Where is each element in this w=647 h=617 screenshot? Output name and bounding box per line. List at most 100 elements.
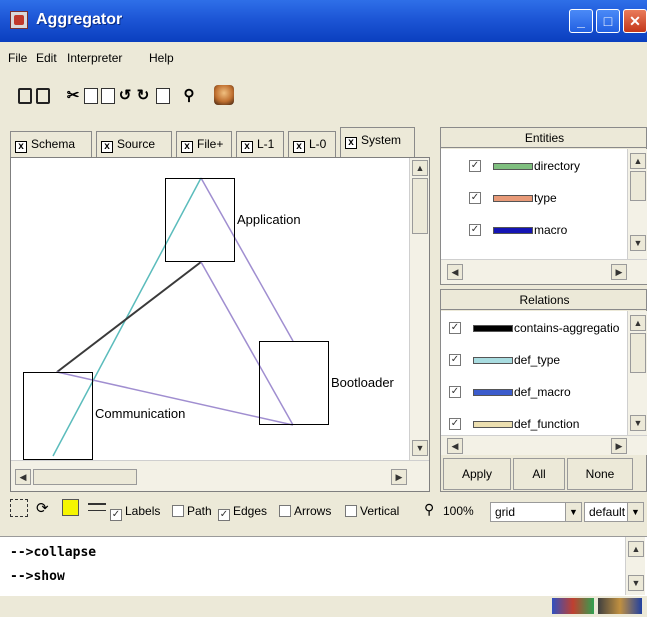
list-item[interactable]: ✓ directory	[441, 157, 627, 177]
color-picker-icon[interactable]	[62, 499, 79, 516]
relations-panel: Relations ✓ contains-aggregatio ✓ def_ty…	[440, 289, 647, 492]
layout-select[interactable]: grid ▼	[490, 502, 582, 522]
close-tab-icon[interactable]: x	[181, 141, 193, 153]
cut-icon[interactable]: ✂	[66, 88, 80, 104]
scroll-thumb[interactable]	[33, 469, 137, 485]
console-output[interactable]: -->collapse -->show ▲ ▼	[0, 536, 647, 596]
title-bar[interactable]: Aggregator _ □ ✕	[0, 0, 647, 42]
console-scrollbar[interactable]: ▲ ▼	[625, 537, 645, 595]
save-icon[interactable]	[18, 88, 32, 104]
entity-checkbox[interactable]: ✓	[469, 192, 481, 204]
relations-vertical-scrollbar[interactable]: ▲ ▼	[627, 311, 647, 435]
vertical-option[interactable]: Vertical	[345, 504, 399, 518]
window-title: Aggregator	[36, 11, 123, 28]
zoom-level[interactable]: 100%	[443, 504, 474, 518]
list-item[interactable]: ✓ def_function	[441, 415, 627, 435]
scroll-down-icon[interactable]: ▼	[628, 575, 644, 591]
chevron-down-icon[interactable]: ▼	[565, 503, 581, 521]
list-item[interactable]: ✓ macro	[441, 221, 627, 241]
canvas-vertical-scrollbar[interactable]: ▲ ▼	[409, 158, 429, 460]
scroll-left-icon[interactable]: ◀	[447, 438, 463, 454]
none-button[interactable]: None	[567, 458, 633, 490]
entity-checkbox[interactable]: ✓	[469, 224, 481, 236]
relation-checkbox[interactable]: ✓	[449, 354, 461, 366]
scroll-left-icon[interactable]: ◀	[15, 469, 31, 485]
maximize-button[interactable]: □	[596, 9, 620, 33]
entities-horizontal-scrollbar[interactable]: ◀ ▶	[441, 259, 647, 284]
list-item[interactable]: ✓ def_macro	[441, 383, 627, 403]
menu-interpreter[interactable]: Interpreter	[67, 51, 122, 65]
labels-checkbox[interactable]: ✓	[110, 509, 122, 521]
paste-icon[interactable]	[101, 88, 115, 104]
scroll-up-icon[interactable]: ▲	[630, 153, 646, 169]
menu-help[interactable]: Help	[149, 51, 174, 65]
select-tool-icon[interactable]	[10, 499, 28, 517]
entity-checkbox[interactable]: ✓	[469, 160, 481, 172]
graph-canvas-frame: Application Bootloader Communication ▲ ▼…	[10, 157, 430, 492]
line-style-icon[interactable]	[88, 503, 106, 511]
relation-checkbox[interactable]: ✓	[449, 386, 461, 398]
arrows-option[interactable]: Arrows	[279, 504, 331, 518]
scroll-right-icon[interactable]: ▶	[391, 469, 407, 485]
tab-file-plus[interactable]: x File+	[176, 131, 232, 157]
edges-checkbox[interactable]: ✓	[218, 509, 230, 521]
scroll-right-icon[interactable]: ▶	[611, 438, 627, 454]
relation-checkbox[interactable]: ✓	[449, 418, 461, 430]
path-checkbox[interactable]	[172, 505, 184, 517]
scroll-thumb[interactable]	[630, 333, 646, 373]
node-communication[interactable]	[23, 372, 93, 460]
scroll-thumb[interactable]	[630, 171, 646, 201]
scroll-down-icon[interactable]: ▼	[630, 415, 646, 431]
graph-canvas[interactable]: Application Bootloader Communication	[11, 158, 409, 460]
scroll-up-icon[interactable]: ▲	[628, 541, 644, 557]
menu-edit[interactable]: Edit	[36, 51, 57, 65]
relation-checkbox[interactable]: ✓	[449, 322, 461, 334]
list-item[interactable]: ✓ contains-aggregatio	[441, 319, 627, 339]
list-item[interactable]: ✓ type	[441, 189, 627, 209]
close-button[interactable]: ✕	[623, 9, 647, 33]
tab-schema[interactable]: x Schema	[10, 131, 92, 157]
tab-source[interactable]: x Source	[96, 131, 172, 157]
close-tab-icon[interactable]: x	[15, 141, 27, 153]
arrows-checkbox[interactable]	[279, 505, 291, 517]
scroll-down-icon[interactable]: ▼	[412, 440, 428, 456]
close-tab-icon[interactable]: x	[293, 141, 305, 153]
labels-option[interactable]: ✓ Labels	[110, 504, 160, 521]
path-option[interactable]: Path	[172, 504, 212, 518]
save-all-icon[interactable]	[36, 88, 50, 104]
chevron-down-icon[interactable]: ▼	[627, 503, 643, 521]
copy-icon[interactable]	[84, 88, 98, 104]
find-icon[interactable]: ⚲	[182, 88, 196, 104]
zoom-fit-icon[interactable]	[156, 88, 170, 104]
undo-icon[interactable]: ↺	[118, 88, 132, 104]
node-bootloader[interactable]	[259, 341, 329, 425]
close-tab-icon[interactable]: x	[241, 141, 253, 153]
menu-file[interactable]: File	[8, 51, 27, 65]
redo-icon[interactable]: ↻	[136, 88, 150, 104]
tab-l-0[interactable]: x L-0	[288, 131, 336, 157]
node-application[interactable]	[165, 178, 235, 262]
scroll-right-icon[interactable]: ▶	[611, 264, 627, 280]
scroll-up-icon[interactable]: ▲	[630, 315, 646, 331]
scroll-left-icon[interactable]: ◀	[447, 264, 463, 280]
scroll-down-icon[interactable]: ▼	[630, 235, 646, 251]
apply-button[interactable]: Apply	[443, 458, 511, 490]
scroll-thumb[interactable]	[412, 178, 428, 234]
vertical-checkbox[interactable]	[345, 505, 357, 517]
zoom-icon[interactable]: ⚲	[424, 501, 434, 518]
tab-system[interactable]: x System	[340, 127, 415, 158]
tab-l-1[interactable]: x L-1	[236, 131, 284, 157]
interpreter-face-icon[interactable]	[214, 85, 234, 105]
list-item[interactable]: ✓ def_type	[441, 351, 627, 371]
minimize-button[interactable]: _	[569, 9, 593, 33]
canvas-horizontal-scrollbar[interactable]: ◀ ▶	[11, 460, 429, 491]
close-tab-icon[interactable]: x	[101, 141, 113, 153]
scroll-up-icon[interactable]: ▲	[412, 160, 428, 176]
all-button[interactable]: All	[513, 458, 565, 490]
close-tab-icon[interactable]: x	[345, 137, 357, 149]
relations-horizontal-scrollbar[interactable]: ◀ ▶	[441, 435, 647, 455]
edges-option[interactable]: ✓ Edges	[218, 504, 267, 521]
lasso-tool-icon[interactable]: ⟳	[36, 499, 49, 517]
scheme-select[interactable]: default ▼	[584, 502, 644, 522]
entities-vertical-scrollbar[interactable]: ▲ ▼	[627, 149, 647, 259]
